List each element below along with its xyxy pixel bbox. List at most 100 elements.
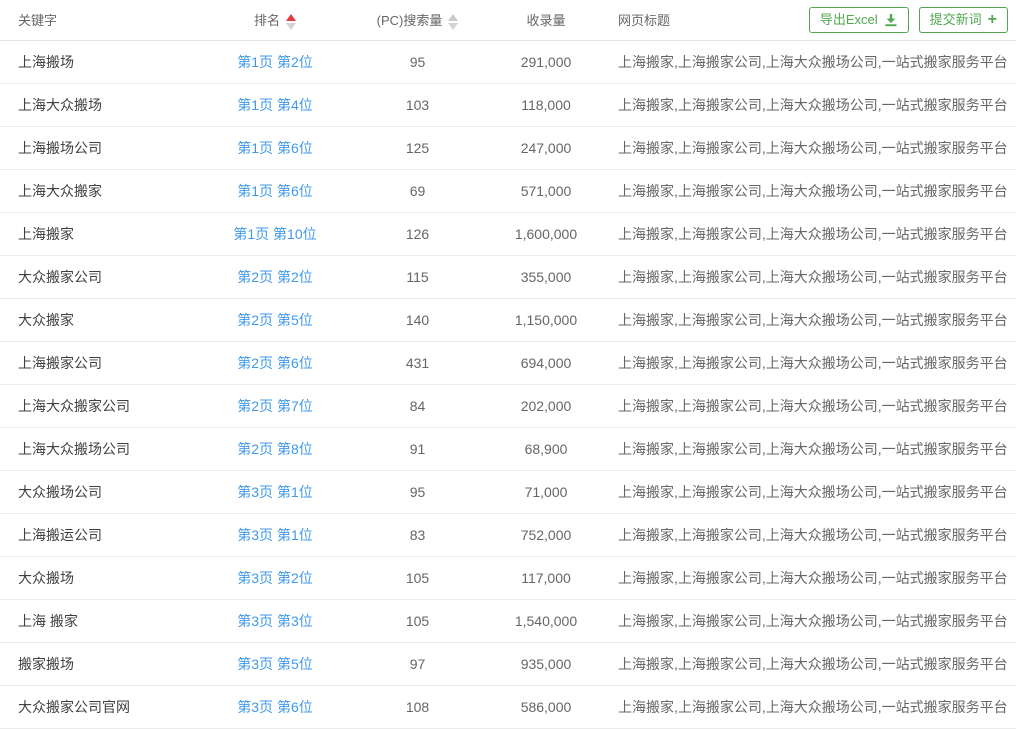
column-header-rank[interactable]: 排名 bbox=[190, 0, 360, 40]
page-title-cell: 上海搬家,上海搬家公司,上海大众搬场公司,一站式搬家服务平台 bbox=[617, 599, 1016, 642]
column-header-rank-label: 排名 bbox=[254, 13, 280, 28]
column-header-pc-search-volume[interactable]: (PC)搜索量 bbox=[360, 0, 475, 40]
column-header-page-title-label: 网页标题 bbox=[618, 13, 670, 28]
rank-link[interactable]: 第2页 第5位 bbox=[237, 312, 312, 328]
keyword-cell: 上海大众搬家 bbox=[0, 169, 190, 212]
rank-link[interactable]: 第1页 第4位 bbox=[237, 97, 312, 113]
rank-link[interactable]: 第2页 第8位 bbox=[237, 441, 312, 457]
keyword-text: 上海大众搬家公司 bbox=[18, 398, 130, 414]
keyword-cell: 上海大众搬场 bbox=[0, 83, 190, 126]
page-title-cell: 上海搬家,上海搬家公司,上海大众搬场公司,一站式搬家服务平台 bbox=[617, 341, 1016, 384]
keyword-text: 搬家搬场 bbox=[18, 656, 74, 672]
keyword-text: 上海搬家 bbox=[18, 226, 74, 242]
rank-cell: 第2页 第5位 bbox=[190, 298, 360, 341]
pc-search-volume-sort-control[interactable] bbox=[448, 14, 458, 30]
indexed-count-cell: 247,000 bbox=[475, 126, 617, 169]
indexed-count-cell: 355,000 bbox=[475, 255, 617, 298]
rank-link[interactable]: 第1页 第6位 bbox=[237, 140, 312, 156]
keyword-text: 上海搬运公司 bbox=[18, 527, 102, 543]
table-row: 上海 搬家 第3页 第3位 105 1,540,000 上海搬家,上海搬家公司,… bbox=[0, 599, 1016, 642]
table-row: 大众搬家公司 第2页 第2位 115 355,000 上海搬家,上海搬家公司,上… bbox=[0, 255, 1016, 298]
indexed-count-cell: 935,000 bbox=[475, 642, 617, 685]
rank-link[interactable]: 第2页 第7位 bbox=[237, 398, 312, 414]
keyword-cell: 上海搬运公司 bbox=[0, 513, 190, 556]
rank-cell: 第3页 第5位 bbox=[190, 642, 360, 685]
keyword-cell: 上海大众搬家公司 bbox=[0, 384, 190, 427]
rank-link[interactable]: 第3页 第3位 bbox=[237, 613, 312, 629]
indexed-count-cell: 1,150,000 bbox=[475, 298, 617, 341]
keyword-rank-table: 关键字 排名 (PC)搜索量 收录量 网页标题 上海搬场 第1页 第2位 95 … bbox=[0, 0, 1016, 729]
rank-link[interactable]: 第3页 第1位 bbox=[237, 484, 312, 500]
pc-search-volume-cell: 69 bbox=[360, 169, 475, 212]
table-row: 上海搬场公司 第1页 第6位 125 247,000 上海搬家,上海搬家公司,上… bbox=[0, 126, 1016, 169]
rank-link[interactable]: 第3页 第1位 bbox=[237, 527, 312, 543]
rank-link[interactable]: 第1页 第10位 bbox=[233, 226, 316, 242]
page-title-cell: 上海搬家,上海搬家公司,上海大众搬场公司,一站式搬家服务平台 bbox=[617, 427, 1016, 470]
rank-link[interactable]: 第3页 第2位 bbox=[237, 570, 312, 586]
page-title-cell: 上海搬家,上海搬家公司,上海大众搬场公司,一站式搬家服务平台 bbox=[617, 255, 1016, 298]
rank-link[interactable]: 第3页 第5位 bbox=[237, 656, 312, 672]
indexed-count-cell: 118,000 bbox=[475, 83, 617, 126]
app-root: { "header": { "columns": { "keyword": "关… bbox=[0, 0, 1016, 722]
rank-cell: 第1页 第6位 bbox=[190, 169, 360, 212]
table-row: 上海大众搬场公司 第2页 第8位 91 68,900 上海搬家,上海搬家公司,上… bbox=[0, 427, 1016, 470]
table-row: 上海大众搬家 第1页 第6位 69 571,000 上海搬家,上海搬家公司,上海… bbox=[0, 169, 1016, 212]
export-excel-label: 导出Excel bbox=[820, 8, 878, 32]
page-title-cell: 上海搬家,上海搬家公司,上海大众搬场公司,一站式搬家服务平台 bbox=[617, 298, 1016, 341]
keyword-cell: 大众搬场公司 bbox=[0, 470, 190, 513]
indexed-count-cell: 1,600,000 bbox=[475, 212, 617, 255]
rank-cell: 第3页 第3位 bbox=[190, 599, 360, 642]
sort-desc-icon[interactable] bbox=[286, 23, 296, 30]
indexed-count-cell: 291,000 bbox=[475, 40, 617, 83]
pc-search-volume-cell: 95 bbox=[360, 40, 475, 83]
table-row: 搬家搬场 第3页 第5位 97 935,000 上海搬家,上海搬家公司,上海大众… bbox=[0, 642, 1016, 685]
keyword-text: 大众搬场公司 bbox=[18, 484, 102, 500]
column-header-indexed-count-label: 收录量 bbox=[526, 13, 565, 28]
rank-link[interactable]: 第1页 第2位 bbox=[237, 54, 312, 70]
rank-link[interactable]: 第1页 第6位 bbox=[237, 183, 312, 199]
keyword-cell: 搬家搬场 bbox=[0, 642, 190, 685]
submit-new-word-button[interactable]: 提交新词 + bbox=[919, 7, 1008, 33]
sort-asc-icon[interactable] bbox=[286, 14, 296, 21]
rank-cell: 第3页 第1位 bbox=[190, 470, 360, 513]
keyword-text: 大众搬场 bbox=[18, 570, 74, 586]
rank-link[interactable]: 第3页 第6位 bbox=[237, 699, 312, 715]
rank-cell: 第2页 第7位 bbox=[190, 384, 360, 427]
column-header-keyword-label: 关键字 bbox=[18, 13, 57, 28]
rank-cell: 第1页 第4位 bbox=[190, 83, 360, 126]
rank-cell: 第3页 第2位 bbox=[190, 556, 360, 599]
rank-cell: 第2页 第8位 bbox=[190, 427, 360, 470]
pc-search-volume-cell: 140 bbox=[360, 298, 475, 341]
table-row: 上海搬家 第1页 第10位 126 1,600,000 上海搬家,上海搬家公司,… bbox=[0, 212, 1016, 255]
rank-cell: 第1页 第10位 bbox=[190, 212, 360, 255]
export-excel-button[interactable]: 导出Excel bbox=[809, 7, 909, 33]
keyword-cell: 上海搬家公司 bbox=[0, 341, 190, 384]
keyword-text: 上海搬家公司 bbox=[18, 355, 102, 371]
keyword-text: 上海搬场公司 bbox=[18, 140, 102, 156]
table-row: 上海搬家公司 第2页 第6位 431 694,000 上海搬家,上海搬家公司,上… bbox=[0, 341, 1016, 384]
download-icon bbox=[884, 13, 898, 27]
keyword-text: 大众搬家 bbox=[18, 312, 74, 328]
rank-sort-control[interactable] bbox=[286, 14, 296, 30]
submit-new-word-label: 提交新词 bbox=[930, 8, 982, 32]
keyword-text: 上海大众搬家 bbox=[18, 183, 102, 199]
pc-search-volume-cell: 83 bbox=[360, 513, 475, 556]
keyword-cell: 大众搬家 bbox=[0, 298, 190, 341]
keyword-text: 上海 搬家 bbox=[18, 613, 78, 629]
rank-link[interactable]: 第2页 第6位 bbox=[237, 355, 312, 371]
sort-desc-icon[interactable] bbox=[448, 23, 458, 30]
keyword-cell: 上海大众搬场公司 bbox=[0, 427, 190, 470]
indexed-count-cell: 68,900 bbox=[475, 427, 617, 470]
sort-asc-icon[interactable] bbox=[448, 14, 458, 21]
rank-cell: 第2页 第6位 bbox=[190, 341, 360, 384]
page-title-cell: 上海搬家,上海搬家公司,上海大众搬场公司,一站式搬家服务平台 bbox=[617, 513, 1016, 556]
page-title-cell: 上海搬家,上海搬家公司,上海大众搬场公司,一站式搬家服务平台 bbox=[617, 212, 1016, 255]
table-row: 大众搬场 第3页 第2位 105 117,000 上海搬家,上海搬家公司,上海大… bbox=[0, 556, 1016, 599]
table-row: 大众搬场公司 第3页 第1位 95 71,000 上海搬家,上海搬家公司,上海大… bbox=[0, 470, 1016, 513]
indexed-count-cell: 694,000 bbox=[475, 341, 617, 384]
column-header-keyword: 关键字 bbox=[0, 0, 190, 40]
rank-link[interactable]: 第2页 第2位 bbox=[237, 269, 312, 285]
page-title-cell: 上海搬家,上海搬家公司,上海大众搬场公司,一站式搬家服务平台 bbox=[617, 642, 1016, 685]
keyword-cell: 上海 搬家 bbox=[0, 599, 190, 642]
keyword-cell: 大众搬场 bbox=[0, 556, 190, 599]
